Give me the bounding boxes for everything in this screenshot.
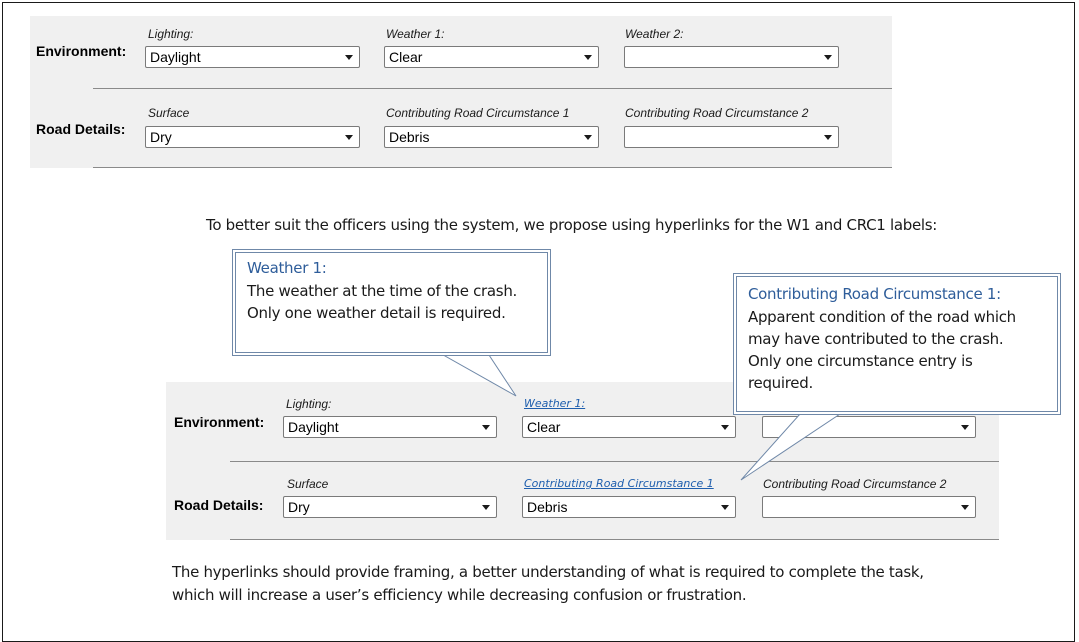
road-callout-pointer <box>740 413 842 481</box>
weather-callout-pointer <box>436 351 517 397</box>
road-callout-line: Apparent condition of the road which <box>748 308 1016 326</box>
road-callout-line: required. <box>748 374 813 392</box>
closing-text-line1: The hyperlinks should provide framing, a… <box>172 563 924 581</box>
closing-text-line2: which will increase a user’s efficiency … <box>172 586 747 604</box>
weather-callout: Weather 1: The weather at the time of th… <box>235 252 548 353</box>
weather-callout-line: The weather at the time of the crash. <box>247 282 517 300</box>
road-callout-line: Only one circumstance entry is <box>748 352 973 370</box>
weather-callout-line: Only one weather detail is required. <box>247 304 506 322</box>
weather-callout-title: Weather 1: <box>247 259 327 277</box>
road-callout-title: Contributing Road Circumstance 1: <box>748 285 1001 303</box>
road-callout-line: may have contributed to the crash. <box>748 330 1004 348</box>
road-callout: Contributing Road Circumstance 1: Appare… <box>736 276 1058 412</box>
